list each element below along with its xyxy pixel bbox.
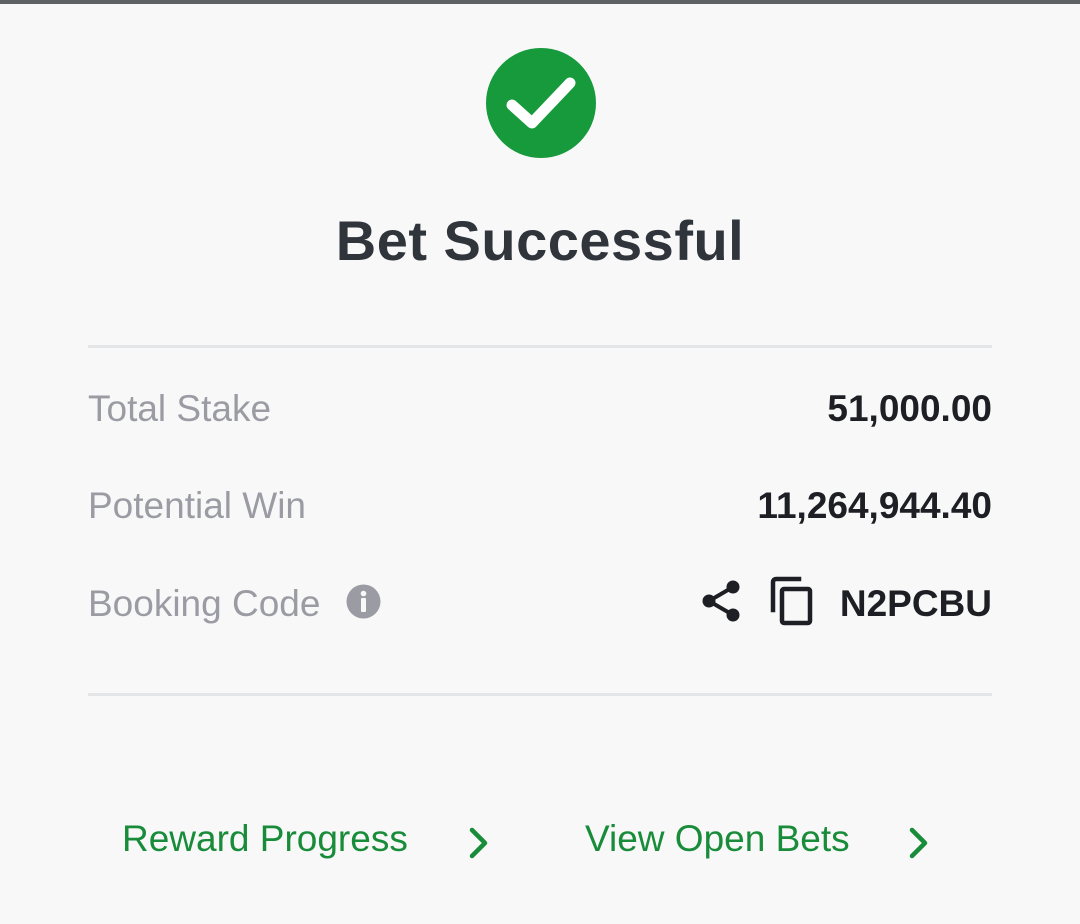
booking-code-label: Booking Code: [88, 583, 321, 624]
chevron-right-icon[interactable]: [908, 826, 930, 860]
booking-code-value[interactable]: N2PCBU: [840, 583, 992, 625]
chevron-right-icon[interactable]: [468, 826, 490, 860]
page-title: Bet Successful: [335, 209, 745, 272]
view-open-bets-link[interactable]: View Open Bets: [585, 818, 850, 860]
total-stake-label: Total Stake: [88, 388, 272, 429]
info-icon[interactable]: [346, 584, 381, 619]
total-stake-value: 51,000.00: [827, 388, 992, 429]
reward-progress-link[interactable]: Reward Progress: [122, 818, 408, 860]
divider-bottom: [88, 693, 992, 696]
potential-win-label: Potential Win: [88, 485, 306, 526]
share-icon[interactable]: [700, 579, 742, 623]
check-circle-icon: [486, 48, 596, 158]
top-edge-bar: [0, 0, 1080, 4]
copy-icon[interactable]: [769, 576, 815, 626]
potential-win-value: 11,264,944.40: [757, 485, 992, 526]
divider-top: [88, 345, 992, 348]
